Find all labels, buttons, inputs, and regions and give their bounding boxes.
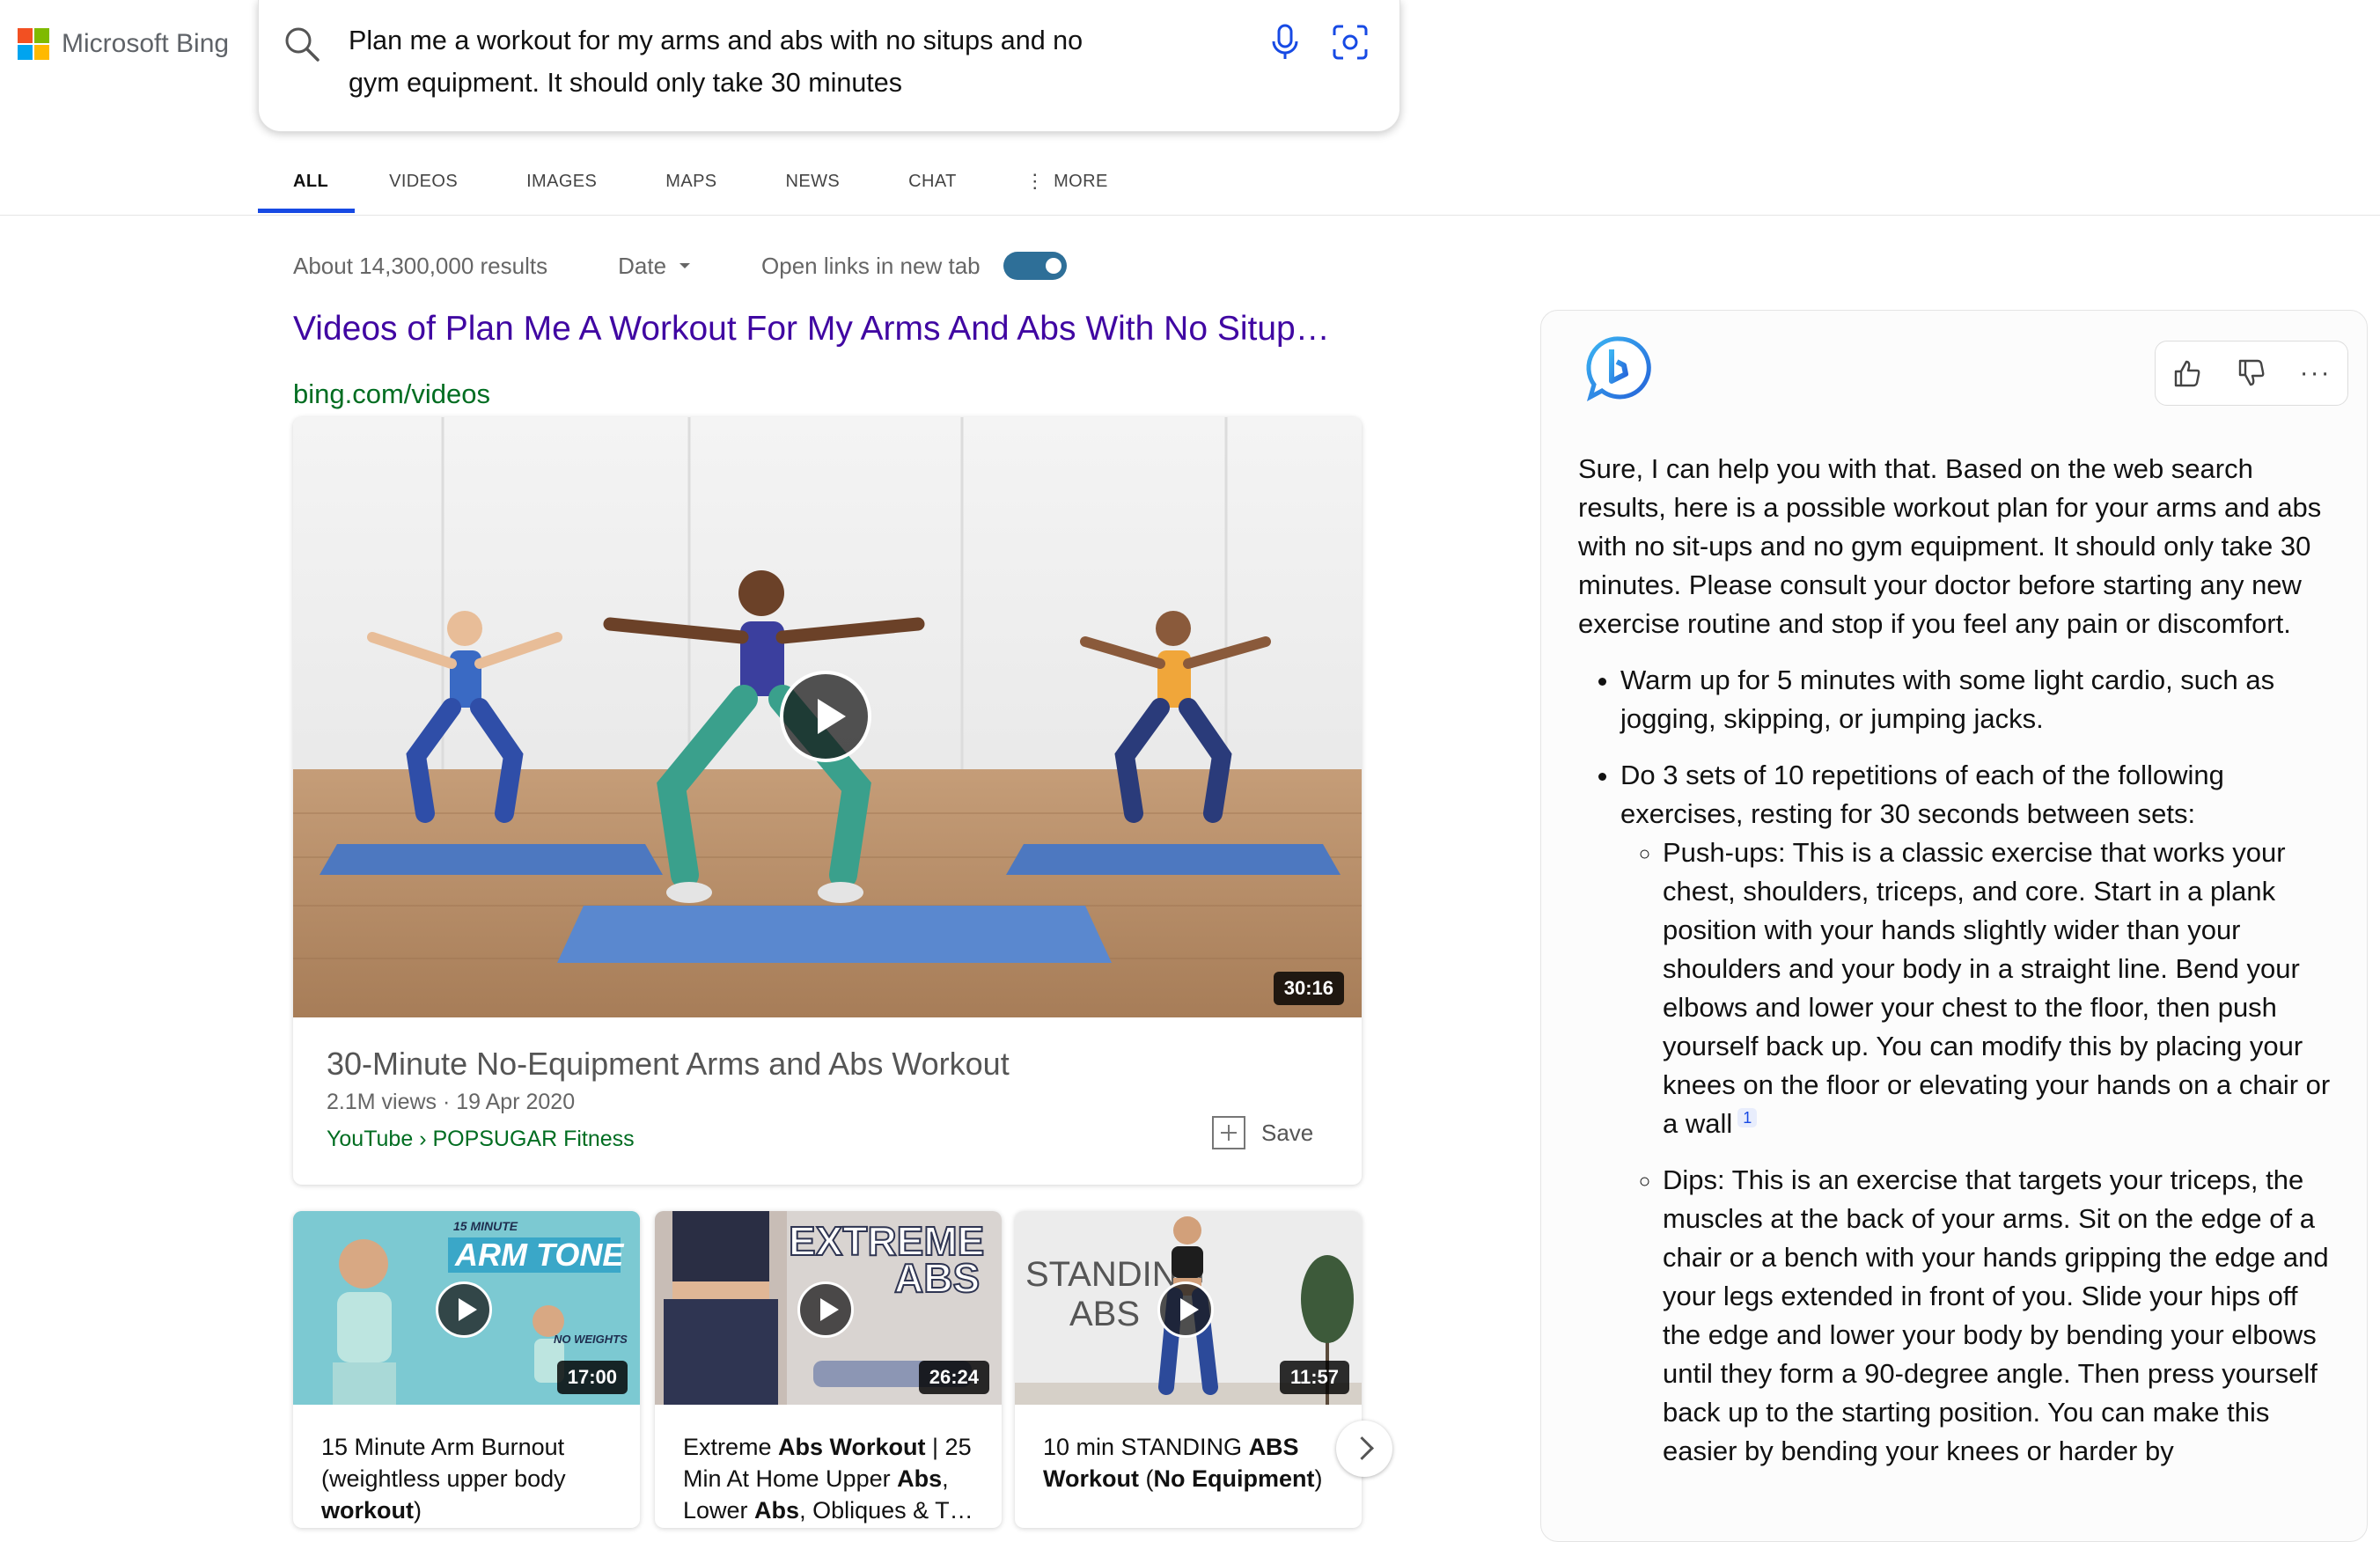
main-video-card[interactable]: 30:16 30-Minute No-Equipment Arms and Ab…	[293, 417, 1362, 1185]
more-options-icon[interactable]: ···	[2294, 351, 2338, 395]
header-divider	[0, 215, 2380, 216]
tab-more-label: MORE	[1054, 171, 1108, 191]
workout-list: Warm up for 5 minutes with some light ca…	[1578, 661, 2335, 1471]
list-item-text: Dips: This is an exercise that targets y…	[1663, 1164, 2329, 1466]
add-to-collection-icon	[1212, 1116, 1245, 1149]
bing-chat-icon	[1586, 336, 1651, 402]
thumb-overlay-main: ARM TONE	[454, 1237, 624, 1273]
thumb-overlay-top: 15 MINUTE	[453, 1219, 518, 1233]
video-thumbnail[interactable]: 30:16	[293, 417, 1362, 1017]
title-part: , Obliques & T…	[799, 1497, 973, 1524]
list-item: Warm up for 5 minutes with some light ca…	[1620, 661, 2335, 738]
thumb-overlay-sub: ABS	[894, 1255, 980, 1301]
new-tab-toggle[interactable]	[1003, 252, 1067, 280]
tab-images[interactable]: IMAGES	[492, 150, 631, 213]
video-title[interactable]: 30-Minute No-Equipment Arms and Abs Work…	[327, 1046, 1010, 1083]
title-part: 10 min STANDING	[1043, 1434, 1249, 1460]
search-input[interactable]: Plan me a workout for my arms and abs wi…	[349, 19, 1141, 104]
video-thumbnail: 15 MINUTE ARM TONE NO WEIGHTS 17:00	[293, 1211, 640, 1405]
title-part-bold: Abs	[754, 1497, 800, 1524]
video-duration: 11:57	[1279, 1361, 1349, 1394]
title-part-bold: No Equipment	[1153, 1465, 1315, 1492]
video-stats: 2.1M views · 19 Apr 2020	[327, 1090, 576, 1114]
play-icon[interactable]	[436, 1281, 492, 1338]
video-card-arm-burnout[interactable]: 15 MINUTE ARM TONE NO WEIGHTS 17:00 15 M…	[293, 1211, 640, 1528]
save-label: Save	[1261, 1119, 1314, 1146]
result-url[interactable]: bing.com/videos	[293, 378, 490, 410]
video-duration: 17:00	[556, 1361, 628, 1394]
tab-maps[interactable]: MAPS	[631, 150, 751, 213]
thumb-overlay-sub: ABS	[1069, 1295, 1140, 1333]
citation-badge[interactable]: 1	[1737, 1107, 1758, 1127]
play-icon[interactable]	[1157, 1281, 1214, 1338]
video-card-standing-abs[interactable]: STANDING ABS 11:57 10 min STANDING ABS W…	[1015, 1211, 1362, 1528]
title-part-bold: workout	[321, 1497, 414, 1524]
thumb-overlay-small: NO WEIGHTS	[554, 1333, 628, 1346]
tab-news[interactable]: NEWS	[752, 150, 875, 213]
new-tab-label: Open links in new tab	[761, 252, 981, 279]
chat-response: Sure, I can help you with that. Based on…	[1578, 450, 2335, 1488]
title-part: )	[1314, 1465, 1323, 1492]
feedback-bar: ···	[2155, 341, 2348, 406]
query-line-2: gym equipment. It should only take 30 mi…	[349, 68, 902, 98]
date-filter-label: Date	[618, 252, 667, 279]
title-part-bold: ABS	[1248, 1434, 1299, 1460]
tab-all[interactable]: ALL	[258, 150, 356, 213]
thumbs-up-icon[interactable]	[2165, 351, 2209, 395]
vertical-dots-icon: ⋮	[1025, 170, 1046, 192]
results-meta: About 14,300,000 results Date Open links…	[293, 250, 1067, 282]
search-box[interactable]: Plan me a workout for my arms and abs wi…	[258, 0, 1400, 132]
video-source[interactable]: YouTube › POPSUGAR Fitness	[327, 1127, 635, 1152]
bing-logo[interactable]: Microsoft Bing	[18, 19, 229, 69]
video-duration: 30:16	[1273, 972, 1344, 1005]
title-part: )	[414, 1497, 422, 1524]
search-icon[interactable]	[283, 25, 321, 63]
list-item-text: Do 3 sets of 10 repetitions of each of t…	[1620, 760, 2224, 829]
logo-text: Microsoft Bing	[62, 29, 230, 58]
caret-down-icon	[679, 263, 691, 268]
title-part-bold: Abs	[897, 1465, 943, 1492]
title-part: 15 Minute Arm Burnout (weightless upper …	[321, 1434, 566, 1492]
video-card-extreme-abs[interactable]: EXTREME ABS 26:24 Extreme Abs Workout | …	[655, 1211, 1002, 1528]
video-thumbnail: EXTREME ABS 26:24	[655, 1211, 1002, 1405]
list-item-text: Warm up for 5 minutes with some light ca…	[1620, 665, 2275, 734]
list-item: Dips: This is an exercise that targets y…	[1663, 1161, 2335, 1471]
visual-search-icon[interactable]	[1331, 23, 1370, 62]
thumbs-down-icon[interactable]	[2229, 351, 2273, 395]
query-line-1: Plan me a workout for my arms and abs wi…	[349, 26, 1083, 55]
search-tabs: ALL VIDEOS IMAGES MAPS NEWS CHAT ⋮ MORE	[258, 150, 1142, 213]
save-button[interactable]: Save	[1212, 1116, 1313, 1149]
microsoft-logo-icon	[18, 28, 49, 60]
title-part: (	[1139, 1465, 1154, 1492]
chat-panel: ··· Sure, I can help you with that. Base…	[1540, 310, 2368, 1542]
video-title[interactable]: Extreme Abs Workout | 25 Min At Home Upp…	[683, 1431, 982, 1526]
title-part: Extreme	[683, 1434, 779, 1460]
list-item: Do 3 sets of 10 repetitions of each of t…	[1620, 756, 2335, 1471]
carousel-next-button[interactable]	[1336, 1421, 1392, 1477]
play-icon[interactable]	[797, 1281, 854, 1338]
microphone-icon[interactable]	[1269, 23, 1301, 62]
tab-chat[interactable]: CHAT	[874, 150, 991, 213]
date-filter[interactable]: Date	[618, 253, 691, 280]
video-duration: 26:24	[918, 1361, 989, 1394]
video-title[interactable]: 15 Minute Arm Burnout (weightless upper …	[321, 1431, 621, 1526]
play-icon[interactable]	[780, 671, 871, 762]
results-count: About 14,300,000 results	[293, 252, 548, 279]
tab-more[interactable]: ⋮ MORE	[991, 150, 1142, 213]
title-part-bold: Abs Workout	[778, 1434, 926, 1460]
tab-videos[interactable]: VIDEOS	[355, 150, 492, 213]
exercise-list: Push-ups: This is a classic exercise tha…	[1620, 833, 2335, 1471]
chat-intro: Sure, I can help you with that. Based on…	[1578, 453, 2322, 639]
result-title-link[interactable]: Videos of Plan Me A Workout For My Arms …	[293, 310, 1367, 349]
toggle-knob	[1045, 258, 1061, 274]
list-item: Push-ups: This is a classic exercise tha…	[1663, 833, 2335, 1143]
video-title[interactable]: 10 min STANDING ABS Workout (No Equipmen…	[1043, 1431, 1342, 1494]
list-item-text: Push-ups: This is a classic exercise tha…	[1663, 837, 2331, 1139]
video-thumbnail: STANDING ABS 11:57	[1015, 1211, 1362, 1405]
title-part-bold: Workout	[1043, 1465, 1139, 1492]
